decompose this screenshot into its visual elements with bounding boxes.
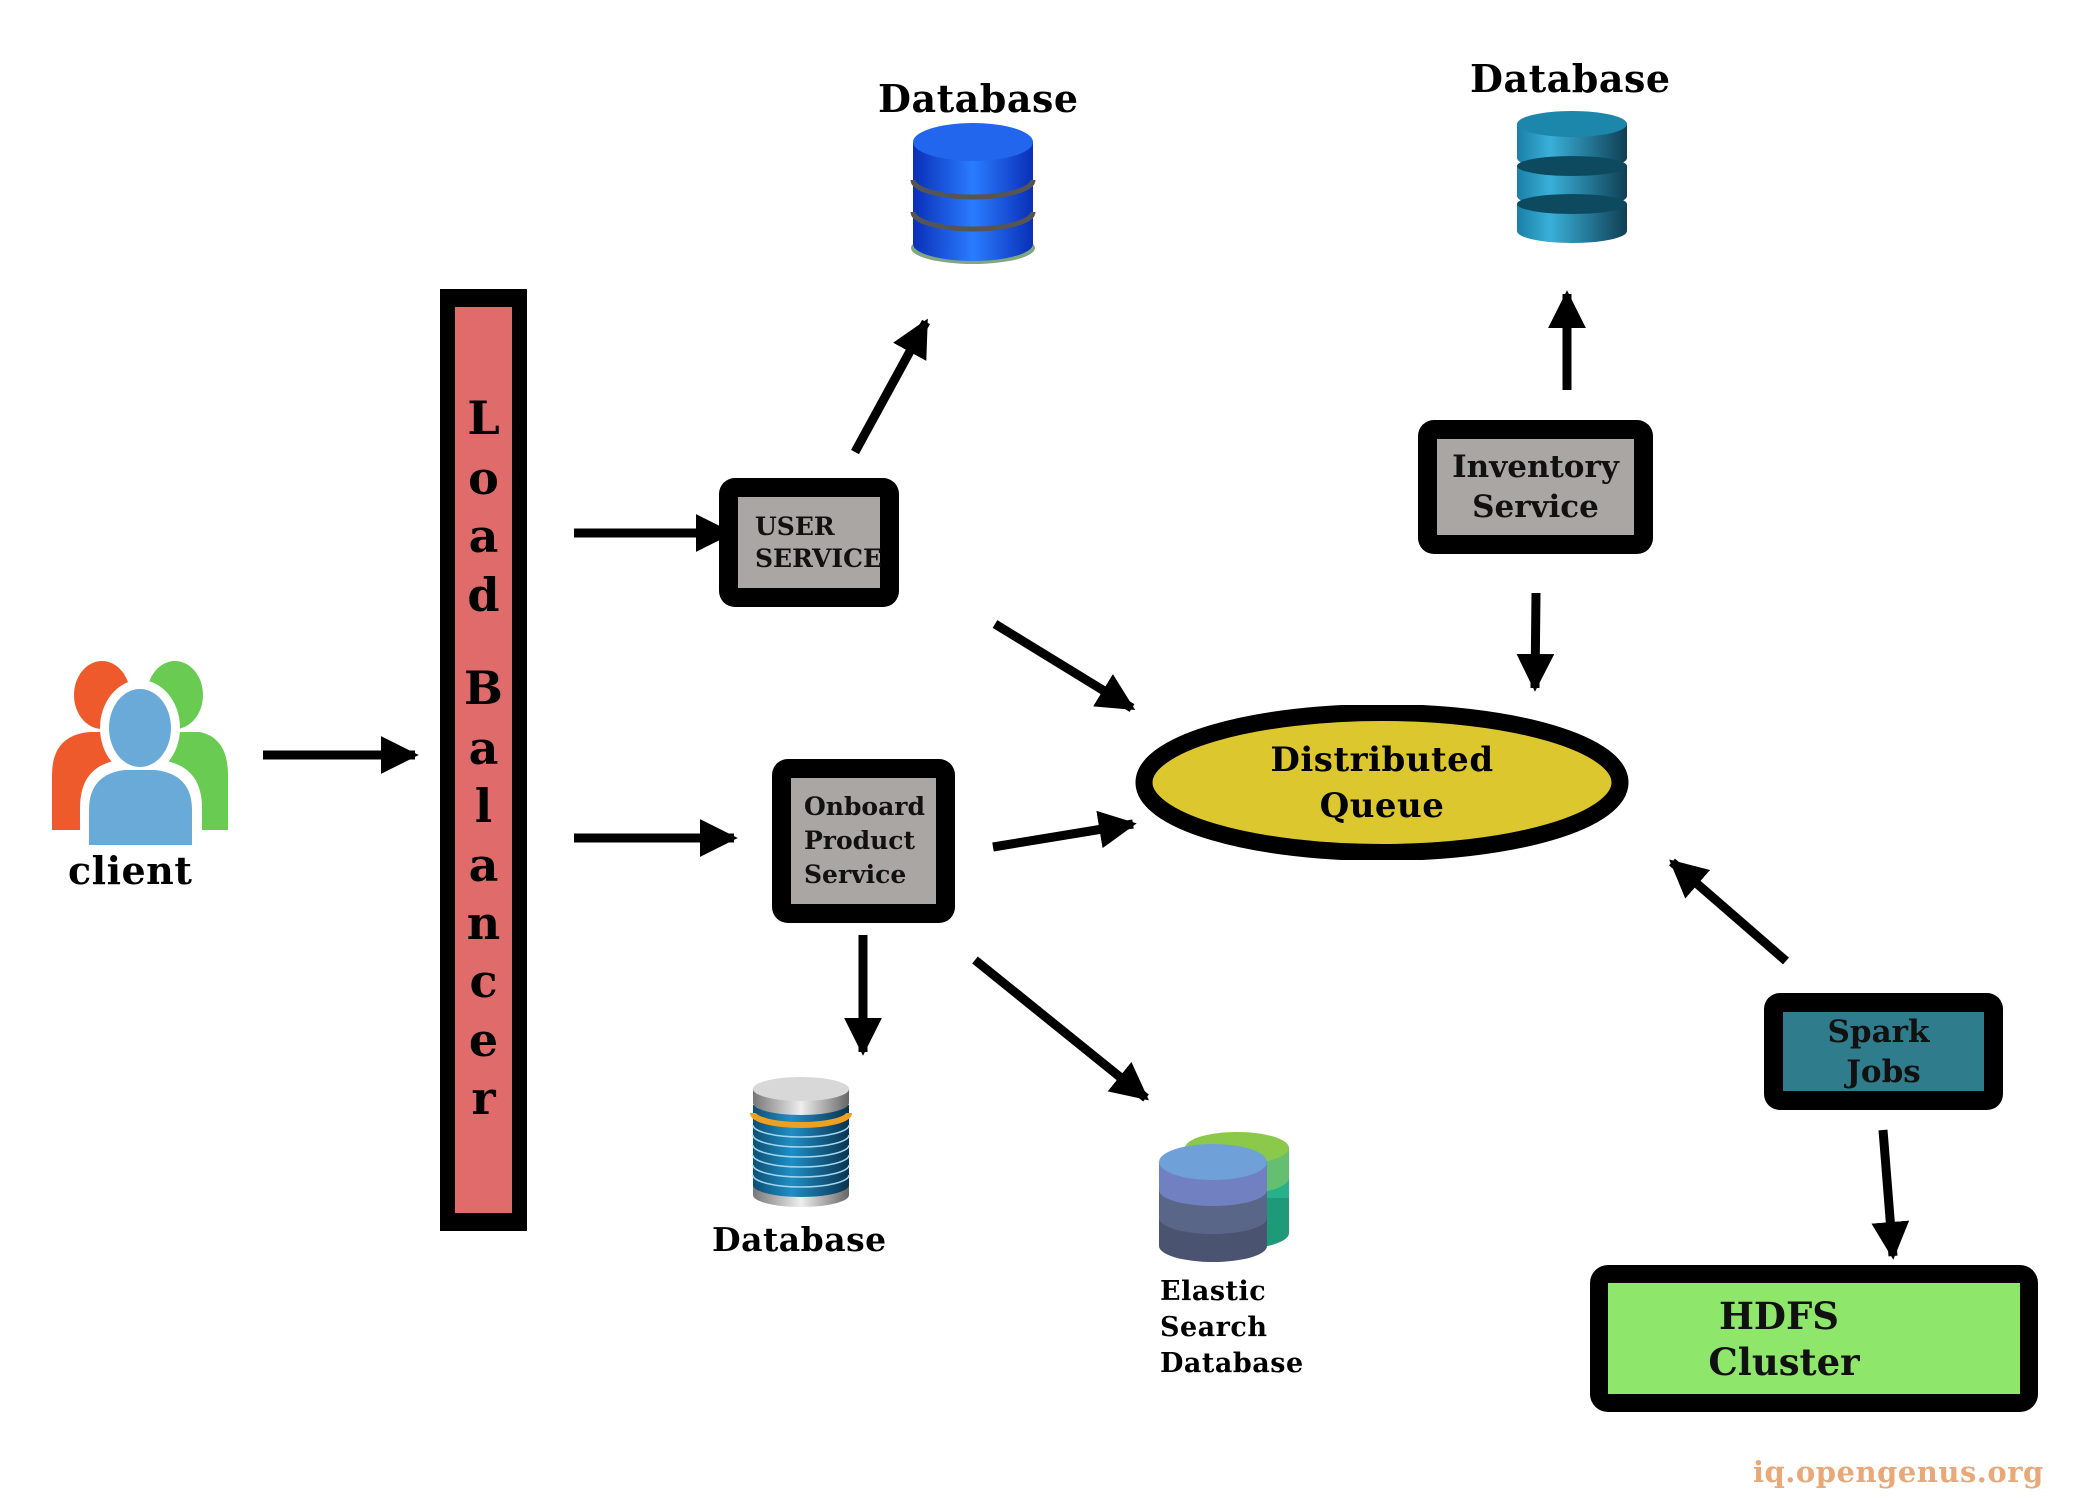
load-balancer-letter: n xyxy=(466,896,501,950)
elastic-line-1: Elastic xyxy=(1160,1276,1267,1307)
users-icon xyxy=(52,661,228,850)
user-service-fill: USER SERVICE xyxy=(738,497,883,588)
client-node[interactable]: client xyxy=(40,650,240,895)
load-balancer-letter: l xyxy=(474,779,493,833)
hdfs-fill: HDFS Cluster xyxy=(1608,1283,2020,1394)
database-icon[interactable] xyxy=(910,120,1036,268)
hdfs-line-1: HDFS xyxy=(1718,1293,1840,1338)
database-icon[interactable] xyxy=(748,1075,854,1211)
user-service-line-2: SERVICE xyxy=(755,543,883,573)
user-service-node[interactable]: USER SERVICE xyxy=(719,478,899,607)
elastic-search-label: Elastic Search Database xyxy=(1160,1274,1304,1382)
elastic-search-database-icon[interactable] xyxy=(1155,1128,1295,1266)
queue-line-1: Distributed xyxy=(1270,739,1494,780)
elastic-line-3: Database xyxy=(1160,1348,1304,1379)
load-balancer-letter: r xyxy=(471,1071,496,1125)
arrow-spark-to-hdfs xyxy=(1871,1129,1910,1260)
arrow-inventory-to-queue xyxy=(1516,592,1555,692)
inventory-service-fill: Inventory Service xyxy=(1437,439,1634,535)
load-balancer-letter: a xyxy=(468,509,499,563)
db-onboard-label: Database xyxy=(712,1220,887,1259)
onboard-line-2: Product xyxy=(804,826,916,855)
distributed-queue-node[interactable]: Distributed Queue xyxy=(1135,705,1629,860)
spark-jobs-node[interactable]: Spark Jobs xyxy=(1764,993,2003,1110)
db-inventory-label: Database xyxy=(1470,56,1671,101)
inventory-line-2: Service xyxy=(1472,489,1599,525)
elastic-line-2: Search xyxy=(1160,1312,1268,1343)
onboard-product-service-node[interactable]: Onboard Product Service xyxy=(772,759,955,923)
inventory-line-1: Inventory xyxy=(1452,449,1619,485)
load-balancer-letter: d xyxy=(467,568,500,622)
inventory-service-node[interactable]: Inventory Service xyxy=(1418,420,1653,554)
spark-line-2: Jobs xyxy=(1846,1053,1921,1090)
load-balancer-letter: c xyxy=(469,954,498,1008)
load-balancer-letter: a xyxy=(468,838,499,892)
hdfs-line-2: Cluster xyxy=(1708,1339,1860,1384)
load-balancer-letter: B xyxy=(464,661,503,715)
load-balancer-letter: e xyxy=(468,1013,499,1067)
onboard-line-1: Onboard xyxy=(804,792,925,821)
arrow-onboard-to-elastic-search xyxy=(972,956,1149,1102)
load-balancer-letter: L xyxy=(467,391,500,445)
hdfs-cluster-node[interactable]: HDFS Cluster xyxy=(1590,1265,2038,1412)
db-user-label: Database xyxy=(878,76,1079,121)
arrow-onboard-to-queue xyxy=(992,810,1137,852)
load-balancer-letter: o xyxy=(468,451,499,505)
arrow-user-service-to-database xyxy=(851,318,930,455)
queue-line-2: Queue xyxy=(1319,785,1445,826)
spark-line-1: Spark xyxy=(1827,1013,1930,1050)
onboard-service-fill: Onboard Product Service xyxy=(791,778,936,904)
client-label: client xyxy=(68,848,193,893)
onboard-line-3: Service xyxy=(804,860,907,889)
arrow-user-service-to-queue xyxy=(992,620,1136,712)
database-icon[interactable] xyxy=(1515,108,1630,243)
watermark-link[interactable]: iq.opengenus.org xyxy=(1753,1455,2044,1489)
arrow-spark-to-queue xyxy=(1669,858,1789,965)
user-service-line-1: USER xyxy=(755,511,835,541)
load-balancer-letter: a xyxy=(468,721,499,775)
spark-jobs-fill: Spark Jobs xyxy=(1783,1012,1984,1091)
